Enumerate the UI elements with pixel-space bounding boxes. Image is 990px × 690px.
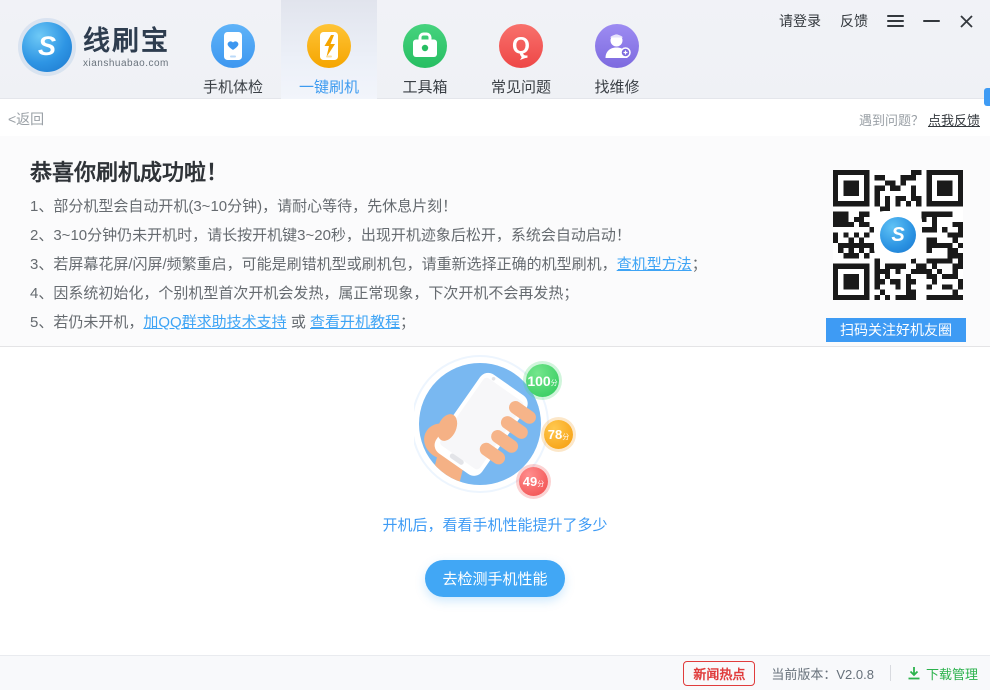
nav-item-toolbox[interactable]: 工具箱 xyxy=(377,0,473,99)
menu-icon[interactable] xyxy=(887,12,904,30)
tip-link[interactable]: 查机型方法 xyxy=(617,256,692,273)
tip-link[interactable]: 查看开机教程 xyxy=(310,314,400,331)
nav-item-find-repair[interactable]: 找维修 xyxy=(569,0,665,99)
toolbox-icon xyxy=(403,24,447,68)
test-performance-button[interactable]: 去检测手机性能 xyxy=(425,560,565,597)
logo-letter: S xyxy=(38,31,56,62)
nav-item-one-key-flash[interactable]: 一键刷机 xyxy=(281,0,377,99)
qr-caption-banner[interactable]: 扫码关注好机友圈 xyxy=(826,318,966,342)
nav-item-faq[interactable]: Q 常见问题 xyxy=(473,0,569,99)
download-manager-button[interactable]: 下载管理 xyxy=(907,664,978,683)
window-controls: 请登录 反馈 xyxy=(779,11,974,31)
phone-health-icon xyxy=(211,24,255,68)
hand-phone-illustration: 100分 78分 49分 xyxy=(414,354,584,500)
news-hotspot-button[interactable]: 新闻热点 xyxy=(683,661,755,686)
side-panel-tab[interactable] xyxy=(984,88,990,106)
brand-name: 线刷宝 xyxy=(83,26,170,56)
performance-hint: 开机后，看看手机性能提升了多少 xyxy=(0,514,990,535)
nav-item-phone-health[interactable]: 手机体检 xyxy=(185,0,281,99)
nav-label: 找维修 xyxy=(594,76,639,97)
score-badge: 49分 xyxy=(519,467,548,496)
footer-divider xyxy=(890,665,891,681)
main-nav: 手机体检 一键刷机 工具箱 xyxy=(185,0,665,99)
score-badge: 100分 xyxy=(526,364,559,397)
tip-line: 5、若仍未开机，加QQ群求助技术支持 或 查看开机教程； xyxy=(30,308,707,337)
subheader: <返回 遇到问题？ 点我反馈 xyxy=(0,100,990,136)
brand-domain: xianshuabao.com xyxy=(83,58,170,69)
back-button[interactable]: <返回 xyxy=(8,109,44,129)
minimize-icon[interactable] xyxy=(923,12,940,30)
app-logo: S 线刷宝 xianshuabao.com xyxy=(22,22,170,72)
tip-line: 2、3~10分钟仍未开机时，请长按开机键3~20秒，出现开机迹象后松开，系统会自… xyxy=(30,221,707,250)
header: S 线刷宝 xianshuabao.com 手机体检 xyxy=(0,0,990,99)
repairman-icon xyxy=(595,24,639,68)
qr-logo-icon: S xyxy=(876,213,920,257)
qr-code: S xyxy=(833,170,963,300)
problem-text: 遇到问题？ xyxy=(859,113,924,128)
tip-line: 3、若屏幕花屏/闪屏/频繁重启，可能是刷错机型或刷机包，请重新选择正确的机型刷机… xyxy=(30,250,707,279)
tip-line: 1、部分机型会自动开机(3~10分钟)，请耐心等待，先休息片刻！ xyxy=(30,192,707,221)
nav-label: 一键刷机 xyxy=(299,76,359,97)
click-feedback-link[interactable]: 点我反馈 xyxy=(928,113,980,128)
feedback-link[interactable]: 反馈 xyxy=(840,11,868,31)
version-label: 当前版本：V2.0.8 xyxy=(771,664,874,683)
download-icon xyxy=(907,666,921,680)
nav-label: 工具箱 xyxy=(402,76,447,97)
footer: 新闻热点 当前版本：V2.0.8 下载管理 xyxy=(0,655,990,690)
close-icon[interactable] xyxy=(959,12,974,30)
question-icon: Q xyxy=(499,24,543,68)
login-link[interactable]: 请登录 xyxy=(779,11,821,31)
phone-flash-icon xyxy=(307,24,351,68)
score-badge: 78分 xyxy=(544,420,573,449)
result-title: 恭喜你刷机成功啦！ xyxy=(30,155,228,187)
tip-link[interactable]: 加QQ群求助技术支持 xyxy=(143,314,286,331)
nav-label: 手机体检 xyxy=(203,76,263,97)
nav-label: 常见问题 xyxy=(491,76,551,97)
svg-text:Q: Q xyxy=(512,32,530,58)
logo-icon: S xyxy=(22,22,72,72)
tips-list: 1、部分机型会自动开机(3~10分钟)，请耐心等待，先休息片刻！2、3~10分钟… xyxy=(30,192,707,337)
tip-line: 4、因系统初始化，个别机型首次开机会发热，属正常现象，下次开机不会再发热； xyxy=(30,279,707,308)
result-section: 恭喜你刷机成功啦！ 1、部分机型会自动开机(3~10分钟)，请耐心等待，先休息片… xyxy=(0,136,990,347)
